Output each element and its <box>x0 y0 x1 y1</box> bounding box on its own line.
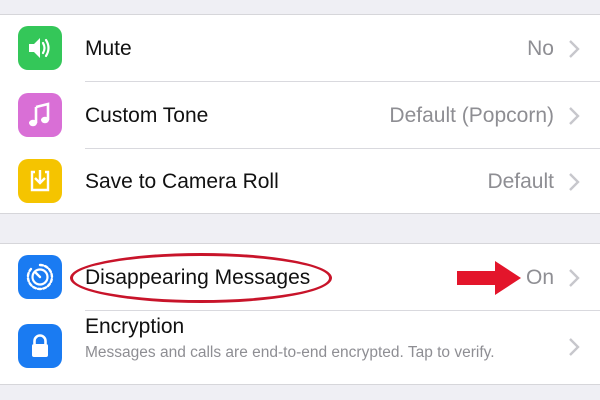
save-to-camera-roll-row[interactable]: Save to Camera Roll Default <box>0 149 600 213</box>
chevron-right-icon <box>569 40 580 58</box>
lock-icon <box>18 324 62 368</box>
encryption-subtitle: Messages and calls are end-to-end encryp… <box>85 344 495 361</box>
speaker-icon <box>18 26 62 70</box>
encryption-label: Encryption <box>85 315 185 338</box>
highlight-ellipse <box>70 253 332 303</box>
save-to-camera-roll-value: Default <box>487 170 554 193</box>
mute-row[interactable]: Mute No <box>0 15 600 81</box>
chevron-right-icon <box>569 269 580 287</box>
chevron-right-icon <box>569 173 580 191</box>
music-note-icon <box>18 93 62 137</box>
mute-value: No <box>527 37 554 60</box>
download-icon <box>18 159 62 203</box>
custom-tone-row[interactable]: Custom Tone Default (Popcorn) <box>0 82 600 148</box>
mute-label: Mute <box>85 37 132 60</box>
encryption-row[interactable]: Encryption Messages and calls are end-to… <box>0 311 600 384</box>
red-arrow-icon <box>457 261 521 295</box>
settings-group-media: Mute No Custom Tone Default (Popcorn) Sa… <box>0 14 600 214</box>
custom-tone-label: Custom Tone <box>85 104 209 127</box>
save-to-camera-roll-label: Save to Camera Roll <box>85 170 279 193</box>
disappearing-messages-value: On <box>525 266 554 289</box>
chevron-right-icon <box>569 107 580 125</box>
timer-icon <box>18 255 62 299</box>
custom-tone-value: Default (Popcorn) <box>389 104 554 127</box>
chevron-right-icon <box>569 338 580 356</box>
